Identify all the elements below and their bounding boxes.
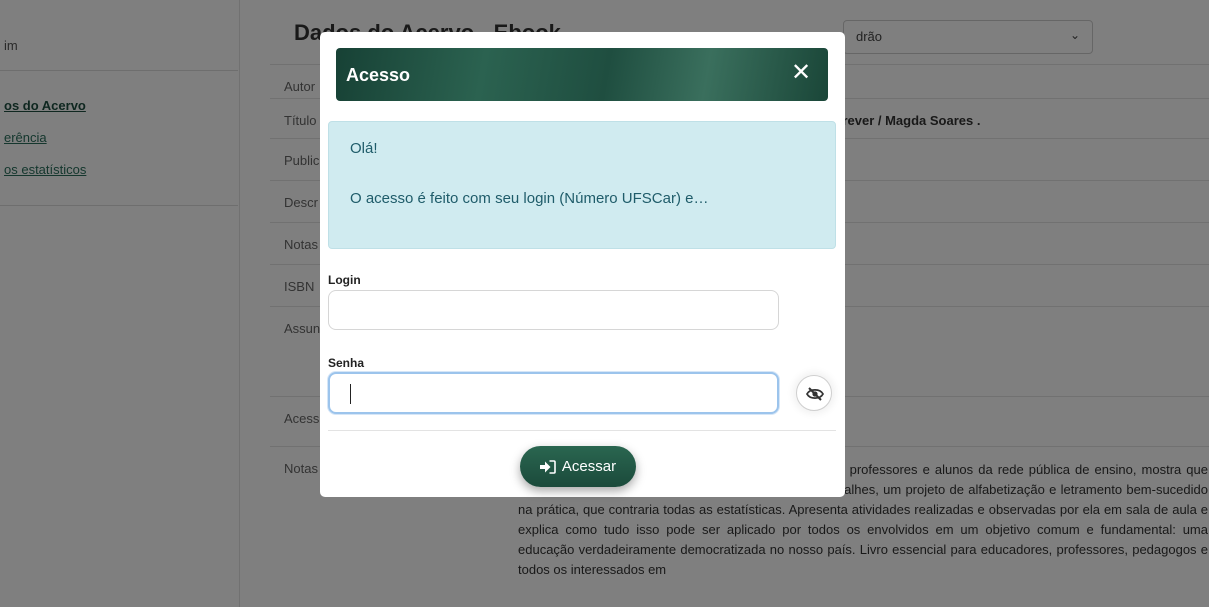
login-input[interactable] (328, 290, 779, 330)
submit-button[interactable]: Acessar (520, 446, 636, 487)
alert-message: O acesso é feito com seu login (Número U… (350, 190, 709, 207)
modal-footer-divider (328, 430, 836, 431)
toggle-password-button[interactable] (796, 375, 832, 411)
password-input[interactable] (328, 372, 779, 414)
submit-label: Acessar (561, 458, 617, 475)
modal-header: Acesso ✕ (336, 48, 828, 101)
password-label: Senha (328, 356, 365, 370)
info-alert: Olá! O acesso é feito com seu login (Núm… (328, 121, 836, 249)
close-icon: ✕ (790, 59, 812, 86)
login-label: Login (328, 273, 361, 287)
alert-greeting: Olá! (350, 140, 378, 157)
text-caret (350, 384, 351, 404)
eye-slash-icon (806, 387, 824, 401)
login-modal: Acesso ✕ Olá! O acesso é feito com seu l… (320, 32, 845, 497)
close-button[interactable]: ✕ (788, 59, 814, 87)
modal-title: Acesso (346, 65, 411, 85)
sign-in-icon (539, 459, 556, 474)
